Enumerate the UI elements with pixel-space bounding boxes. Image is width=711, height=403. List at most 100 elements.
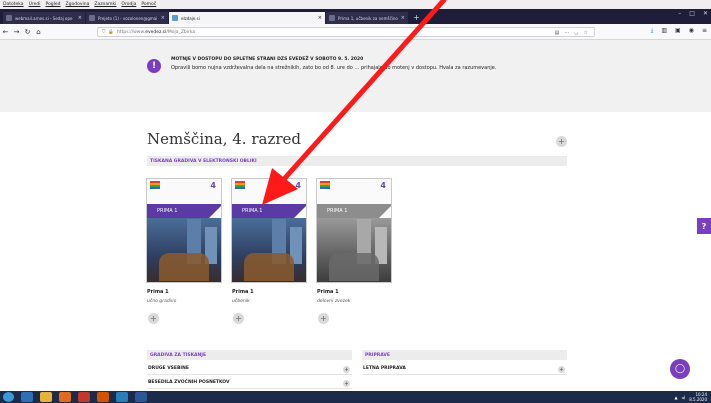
book-name[interactable]: Prima 1	[317, 289, 339, 295]
add-subject-button[interactable]: +	[556, 136, 567, 147]
folder-icon[interactable]	[40, 392, 52, 402]
publisher-logo-icon	[235, 181, 245, 189]
back-icon[interactable]: ←	[0, 28, 11, 36]
book-cover-ucbenik[interactable]: 4 PRIMA 1	[231, 178, 307, 283]
add-book-button[interactable]: +	[318, 313, 329, 324]
list-item[interactable]: BESEDILA ZVOČNIH POSNETKOV +	[147, 377, 352, 389]
bookmark-star-icon[interactable]: ☆	[584, 30, 588, 36]
navigation-bar: ← → ↻ ⌂ ⛉ 🔒 https://www.evedez.si/Moja_Z…	[0, 24, 711, 40]
close-icon[interactable]: ×	[401, 15, 405, 21]
lock-icon: 🔒	[108, 29, 114, 35]
library-icon[interactable]: ▥	[661, 27, 667, 35]
edge-icon[interactable]	[116, 392, 128, 402]
pocket-icon[interactable]: ◡	[574, 30, 578, 36]
reader-icon[interactable]: ▤	[555, 30, 560, 36]
menu-edit[interactable]: Uredi	[29, 2, 41, 7]
media-player-icon[interactable]	[78, 392, 90, 402]
chat-icon[interactable]: ◯	[670, 359, 690, 379]
network-icon[interactable]: ▲	[675, 395, 678, 400]
tab-eizdaje[interactable]: eIzdaje.si ×	[169, 12, 325, 24]
book-name[interactable]: Prima 1	[232, 289, 254, 295]
menu-history[interactable]: Zgodovina	[66, 2, 90, 7]
page-title: Nemščina, 4. razred	[147, 130, 302, 148]
expand-icon[interactable]: +	[343, 366, 350, 373]
favicon-icon	[172, 15, 178, 21]
grade-number: 4	[210, 181, 216, 190]
sidebar-icon[interactable]: ▣	[675, 27, 681, 35]
tab-strip: webmail.arnes.si - Sedaj ope × Prejeto (…	[0, 9, 711, 24]
help-button[interactable]: ?	[697, 218, 711, 234]
tab-prima[interactable]: Prima 1, učbenik za nemščino kot ×	[326, 12, 408, 24]
toolbar-right: ⤓ ▥ ▣ ◉ ≡	[651, 27, 707, 35]
menu-file[interactable]: Datoteka	[3, 2, 24, 7]
expand-icon[interactable]: +	[343, 380, 350, 387]
favicon-icon	[329, 15, 335, 21]
explorer-icon[interactable]	[21, 392, 33, 402]
close-window-icon[interactable]: ✕	[703, 10, 708, 17]
book-cover-delovni-zvezek[interactable]: 4 PRIMA 1	[316, 178, 392, 283]
favicon-icon	[89, 15, 95, 21]
tab-label: eIzdaje.si	[181, 15, 200, 21]
notice-title: MOTNJE V DOSTOPU DO SPLETNE STRANI DZS E…	[171, 57, 364, 62]
clock[interactable]: 10:24 8.5.2020	[689, 392, 707, 402]
section-printed-materials: TISKANA GRADIVA V ELEKTRONSKI OBLIKI	[147, 156, 567, 166]
window-controls: – □ ✕	[678, 10, 708, 17]
close-icon[interactable]: ×	[78, 15, 82, 21]
notice-banner	[0, 40, 711, 112]
url-actions: ▤ ··· ◡ ☆	[555, 28, 588, 38]
tab-label: webmail.arnes.si - Sedaj ope	[15, 15, 73, 21]
section-preparations: PRIPRAVE	[362, 350, 567, 360]
home-icon[interactable]: ⌂	[33, 28, 44, 36]
book-type: učno gradivo	[147, 299, 177, 304]
download-icon[interactable]: ⤓	[651, 27, 654, 35]
word-icon[interactable]	[135, 392, 147, 402]
publisher-logo-icon	[320, 181, 330, 189]
minimize-icon[interactable]: –	[678, 10, 681, 17]
close-icon[interactable]: ×	[161, 15, 165, 21]
tab-webmail[interactable]: webmail.arnes.si - Sedaj ope ×	[3, 12, 85, 24]
maximize-icon[interactable]: □	[689, 10, 695, 17]
menu-help[interactable]: Pomoč	[141, 2, 156, 7]
grade-number: 4	[295, 181, 301, 190]
address-bar[interactable]: ⛉ 🔒 https://www.evedez.si/Moja_Zbirka ▤ …	[97, 27, 595, 37]
system-tray: ▲ ◂) 10:24 8.5.2020	[675, 392, 707, 402]
favicon-icon	[6, 15, 12, 21]
tab-gmail[interactable]: Prejeto (1) - vozolonen@gmai ×	[86, 12, 168, 24]
publisher-logo-icon	[150, 181, 160, 189]
cover-title: PRIMA 1	[147, 204, 221, 218]
close-icon[interactable]: ×	[318, 15, 322, 21]
grade-number: 4	[380, 181, 386, 190]
new-tab-button[interactable]: +	[409, 12, 424, 24]
alert-icon: !	[147, 59, 161, 73]
reload-icon[interactable]: ↻	[22, 28, 33, 36]
start-button-icon[interactable]	[3, 392, 14, 402]
book-cover-ucno-gradivo[interactable]: 4 PRIMA 1	[146, 178, 222, 283]
book-type: učbenik	[232, 299, 250, 304]
list-item[interactable]: DRUGE VSEBINE +	[147, 363, 352, 375]
add-book-button[interactable]: +	[148, 313, 159, 324]
list-item[interactable]: LETNA PRIPRAVA +	[362, 363, 567, 375]
notice-text: Opravili bomo nujna vzdrževalna dela na …	[171, 65, 497, 71]
powerpoint-icon[interactable]	[97, 392, 109, 402]
forward-icon[interactable]: →	[11, 28, 22, 36]
cover-title: PRIMA 1	[232, 204, 306, 218]
volume-icon[interactable]: ◂)	[682, 395, 686, 400]
url-text: https://www.evedez.si/Moja_Zbirka	[116, 29, 196, 35]
menu-tools[interactable]: Orodja	[121, 2, 136, 7]
book-name[interactable]: Prima 1	[147, 289, 169, 295]
tab-label: Prima 1, učbenik za nemščino kot	[338, 15, 398, 21]
book-type: delovni zvezek	[317, 299, 351, 304]
hamburger-menu-icon[interactable]: ≡	[702, 27, 707, 35]
shield-icon: ⛉	[102, 30, 106, 35]
menu-bookmarks[interactable]: Zaznamki	[94, 2, 116, 7]
account-icon[interactable]: ◉	[689, 27, 694, 35]
menu-bar: Datoteka Uredi Pogled Zgodovina Zaznamki…	[0, 0, 711, 9]
section-print-materials: GRADIVA ZA TISKANJE	[147, 350, 352, 360]
firefox-icon[interactable]	[59, 392, 71, 402]
expand-icon[interactable]: +	[558, 366, 565, 373]
add-book-button[interactable]: +	[233, 313, 244, 324]
cover-title: PRIMA 1	[317, 204, 391, 218]
more-icon[interactable]: ···	[564, 30, 569, 36]
tab-label: Prejeto (1) - vozolonen@gmai	[98, 15, 158, 21]
menu-view[interactable]: Pogled	[45, 2, 60, 7]
